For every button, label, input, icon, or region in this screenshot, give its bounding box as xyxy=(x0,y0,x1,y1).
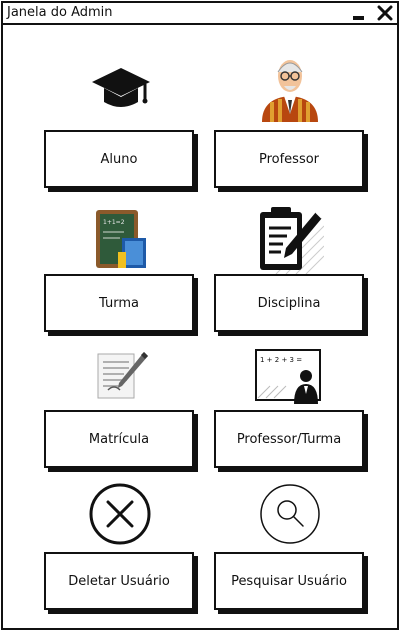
search-magnifier-icon xyxy=(258,482,322,550)
chalkboard-books-icon: 1+1=2 xyxy=(94,208,150,274)
svg-text:1+1=2: 1+1=2 xyxy=(103,219,125,226)
professor-avatar-icon xyxy=(258,56,322,126)
form-pen-icon xyxy=(94,350,150,406)
graduation-cap-icon xyxy=(90,66,152,118)
turma-button[interactable]: Turma xyxy=(44,274,194,332)
teacher-at-board-icon: 1 + 2 + 3 = xyxy=(254,348,322,410)
minimize-icon[interactable] xyxy=(351,6,367,22)
professor-button[interactable]: Professor xyxy=(214,130,364,188)
delete-circle-x-icon xyxy=(88,482,152,550)
disciplina-button-label: Disciplina xyxy=(257,295,321,311)
disciplina-button[interactable]: Disciplina xyxy=(214,274,364,332)
close-icon[interactable] xyxy=(377,5,393,21)
pesquisar-usuario-button[interactable]: Pesquisar Usuário xyxy=(214,552,364,610)
title-bar: Janela do Admin xyxy=(3,3,397,25)
professor-button-label: Professor xyxy=(258,151,320,167)
matricula-button-label: Matrícula xyxy=(88,431,150,447)
turma-button-label: Turma xyxy=(99,295,139,311)
matricula-button[interactable]: Matrícula xyxy=(44,410,194,468)
deletar-usuario-button-label: Deletar Usuário xyxy=(68,573,170,589)
chalkboard-text: 1 + 2 + 3 = xyxy=(260,356,302,364)
professor-turma-button[interactable]: Professor/Turma xyxy=(214,410,364,468)
window-title: Janela do Admin xyxy=(7,5,113,20)
aluno-button[interactable]: Aluno xyxy=(44,130,194,188)
clipboard-pencil-icon xyxy=(256,204,325,278)
pesquisar-usuario-button-label: Pesquisar Usuário xyxy=(231,573,347,589)
professor-turma-button-label: Professor/Turma xyxy=(236,431,342,447)
deletar-usuario-button[interactable]: Deletar Usuário xyxy=(44,552,194,610)
aluno-button-label: Aluno xyxy=(100,151,138,167)
